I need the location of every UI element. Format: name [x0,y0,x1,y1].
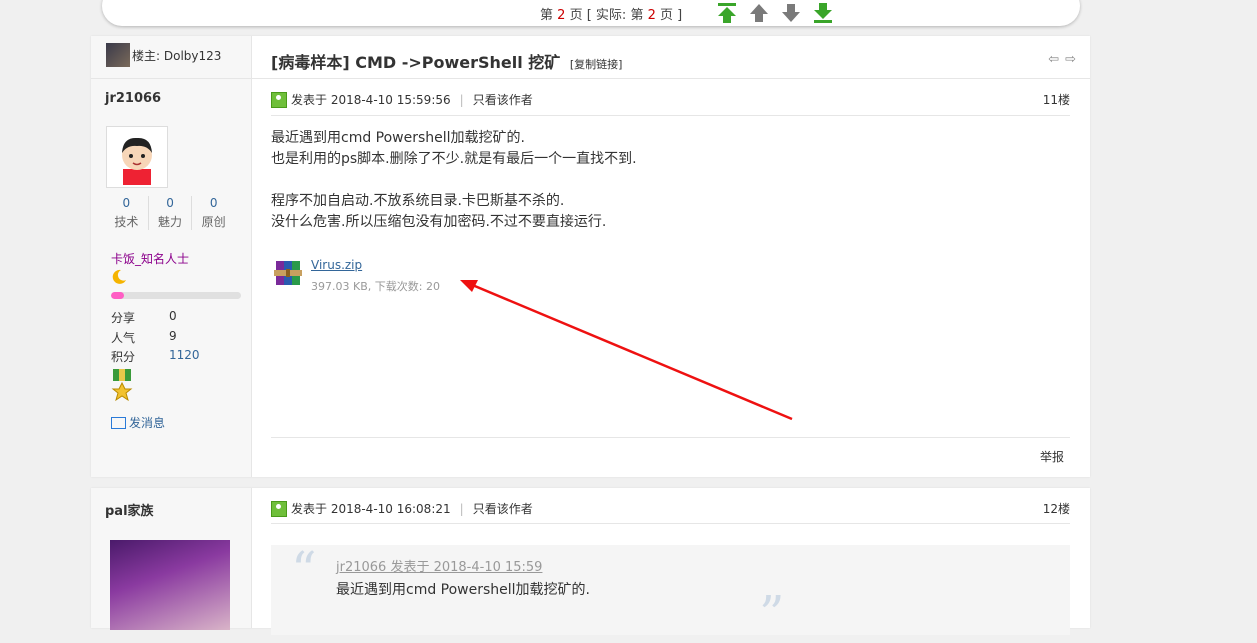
meta-divider: | [459,501,464,516]
post-meta: 发表于 2018-4-10 16:08:21 | 只看该作者 [271,500,533,517]
online-status-icon [271,500,287,517]
quote-open-icon: “ [291,541,317,599]
post-card: pal家族 发表于 2018-4-10 16:08:21 | 只看该作者 12楼… [91,488,1090,643]
divider [271,523,1070,524]
quote-text: 最近遇到用cmd Powershell加载挖矿的. [336,582,591,598]
quote-source-link[interactable]: jr21066 发表于 2018-4-10 15:59 [336,556,542,575]
post-time: 发表于 2018-4-10 16:08:21 [291,502,451,516]
floor-number[interactable]: 12楼 [1043,500,1070,517]
quote-block: “ jr21066 发表于 2018-4-10 15:59 最近遇到用cmd P… [271,541,1070,643]
avatar[interactable] [110,540,230,630]
only-author-link[interactable]: 只看该作者 [473,500,533,517]
quote-close-icon: ” [759,585,785,643]
author-name[interactable]: pal家族 [105,500,154,519]
